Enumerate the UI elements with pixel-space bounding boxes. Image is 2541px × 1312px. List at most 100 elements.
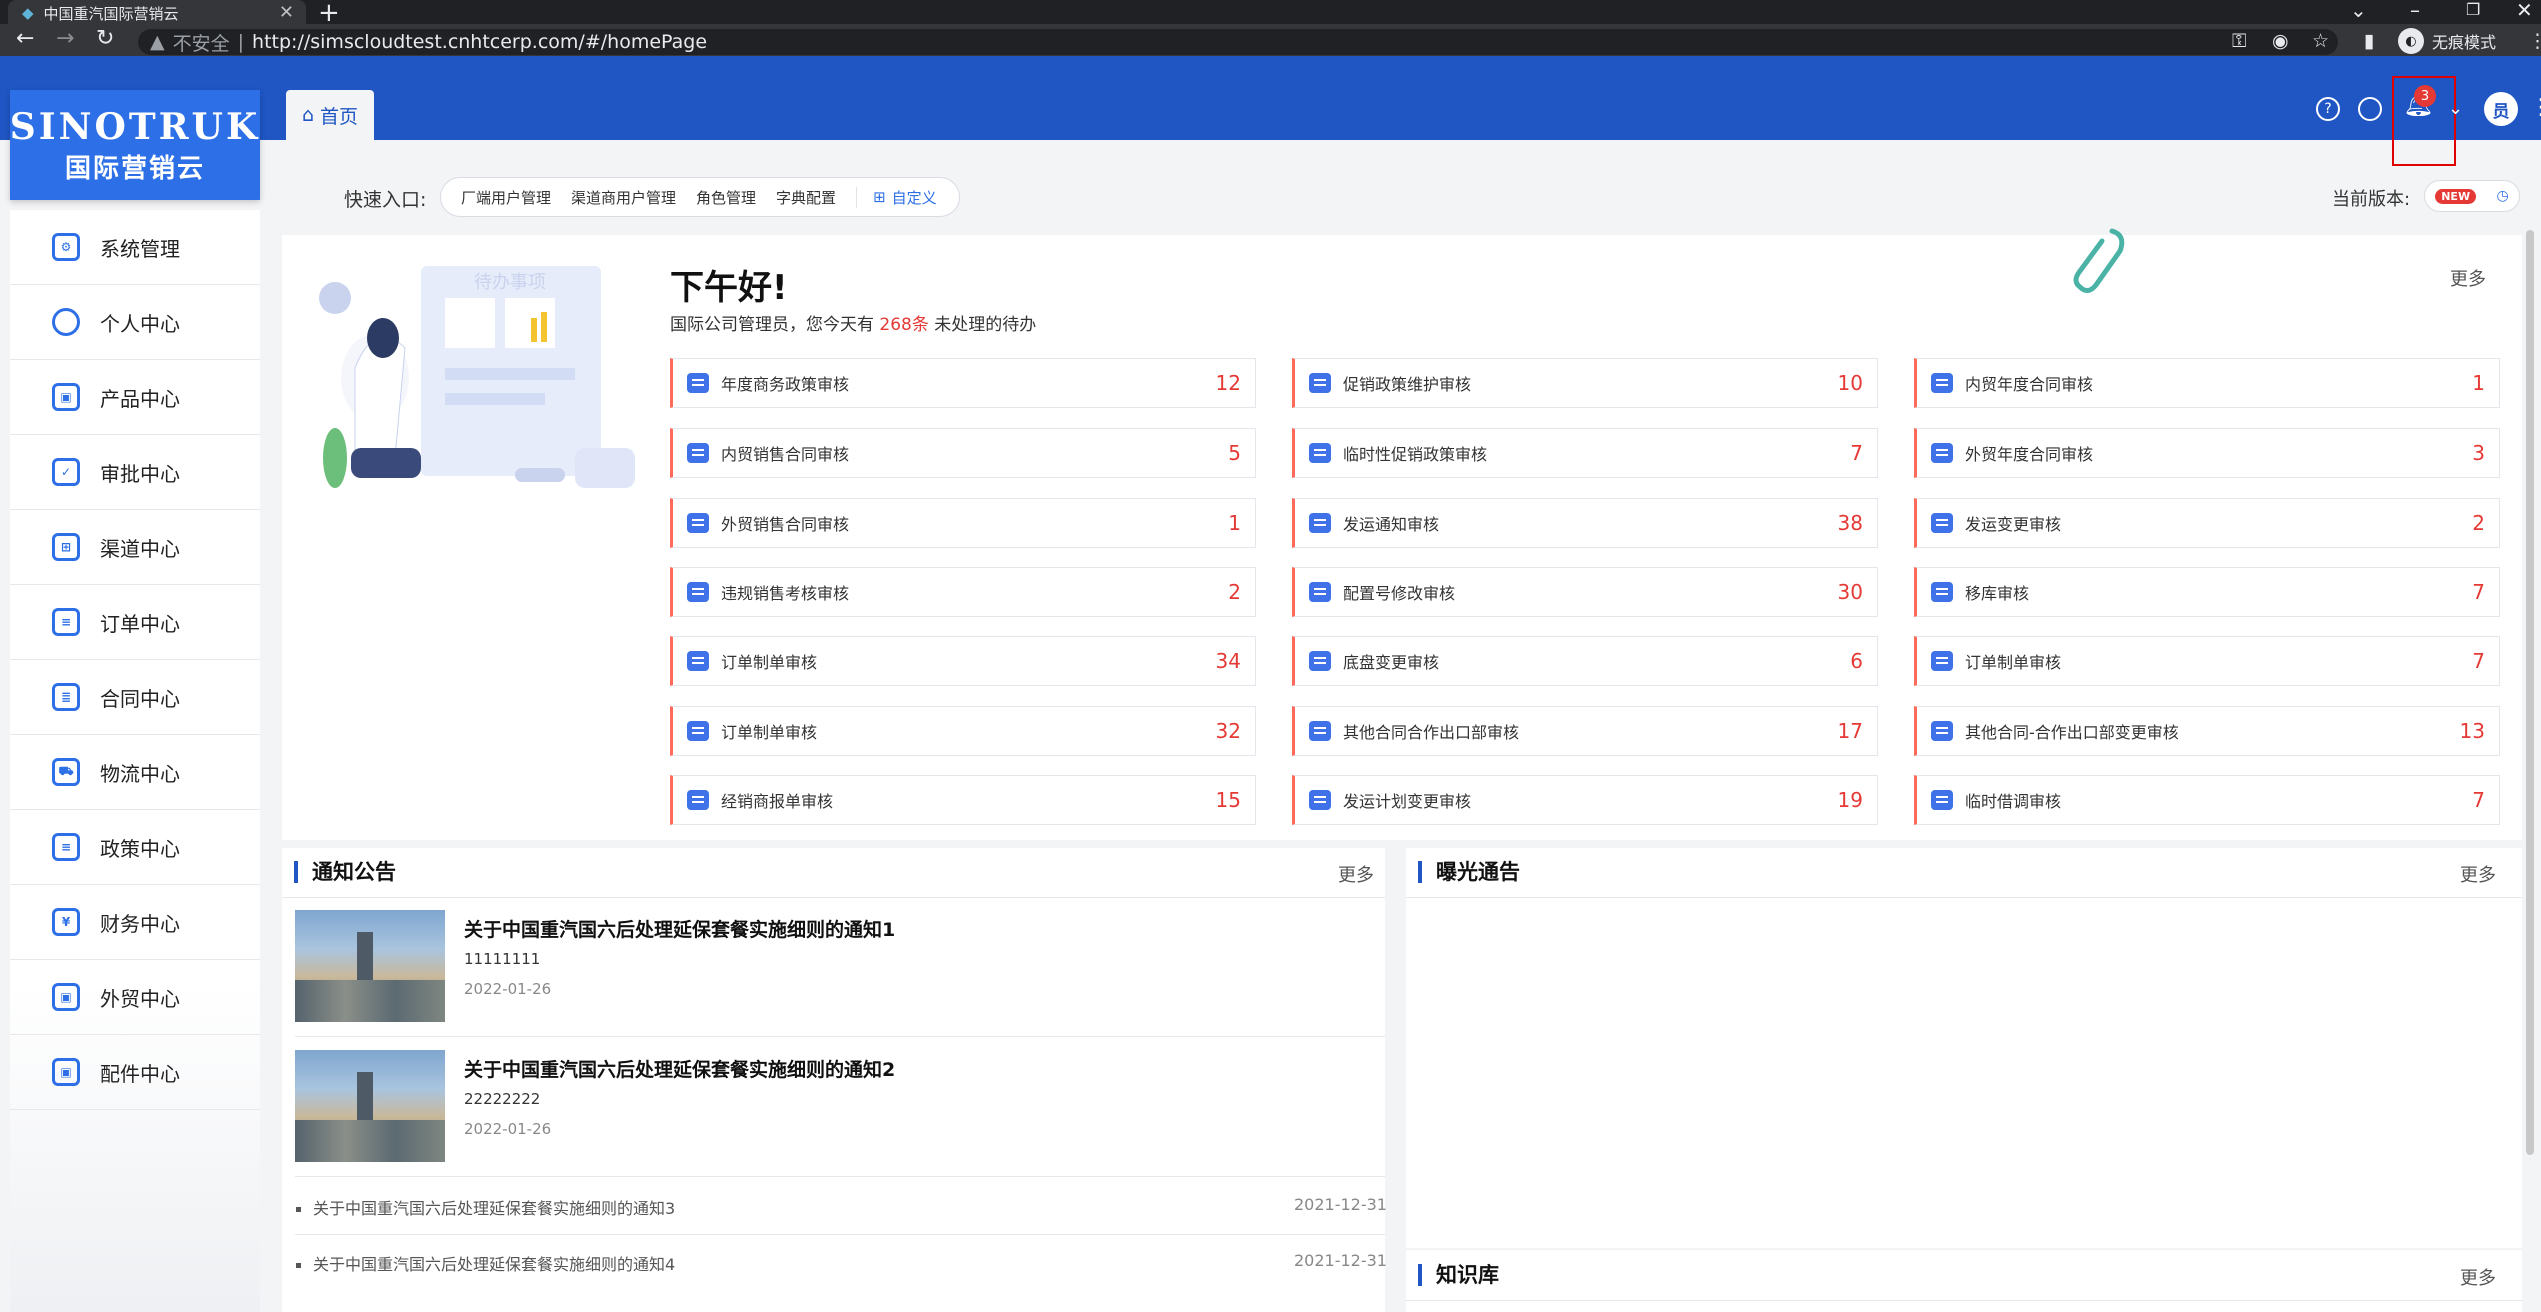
sidebar-item-label: 产品中心 (100, 386, 180, 411)
sidebar-item-system[interactable]: ⚙ 系统管理 (10, 210, 260, 285)
sidebar-item-logistics[interactable]: ⛟ 物流中心 (10, 735, 260, 810)
sidebar-item-foreign-trade[interactable]: ▣ 外贸中心 (10, 960, 260, 1035)
todo-item[interactable]: 临时借调审核 7 (1914, 775, 2500, 825)
todo-item[interactable]: 其他合同合作出口部审核 17 (1292, 706, 1878, 756)
back-icon[interactable]: ← (16, 26, 34, 51)
quick-entry-bar: 厂端用户管理 渠道商用户管理 角色管理 字典配置 ⊞ 自定义 (440, 177, 960, 217)
quick-link[interactable]: 角色管理 (696, 187, 756, 208)
browser-tab[interactable]: ◆ 中国重汽国际营销云 ✕ (8, 0, 306, 26)
version-selector[interactable]: NEW ◷ (2424, 180, 2520, 212)
knowledge-more-link[interactable]: 更多 (2460, 1264, 2496, 1290)
quick-link[interactable]: 厂端用户管理 (461, 187, 551, 208)
sidebar-item-order[interactable]: ≡ 订单中心 (10, 585, 260, 660)
favicon-icon: ◆ (22, 4, 34, 22)
illustration-label: 待办事项 (474, 272, 546, 293)
todo-item[interactable]: 订单制单审核 7 (1914, 636, 2500, 686)
todo-item[interactable]: 发运变更审核 2 (1914, 498, 2500, 548)
news-title[interactable]: 关于中国重汽国六后处理延保套餐实施细则的通知1 (464, 915, 895, 942)
sidebar-item-label: 渠道中心 (100, 536, 180, 561)
todo-item[interactable]: 内贸年度合同审核 1 (1914, 358, 2500, 408)
avatar[interactable]: 员 (2484, 92, 2518, 126)
todo-item[interactable]: 临时性促销政策审核 7 (1292, 428, 1878, 478)
search-icon[interactable] (2358, 97, 2382, 121)
eye-off-icon[interactable]: ◉ (2272, 30, 2289, 52)
news-title[interactable]: 关于中国重汽国六后处理延保套餐实施细则的通知2 (464, 1055, 895, 1082)
gear-icon: ⚙ (52, 233, 80, 261)
sidepanel-icon[interactable]: ▮ (2364, 30, 2374, 52)
todo-item[interactable]: 外贸年度合同审核 3 (1914, 428, 2500, 478)
todo-item[interactable]: 底盘变更审核 6 (1292, 636, 1878, 686)
chevron-down-icon[interactable]: ⌄ (2448, 98, 2463, 119)
todo-item[interactable]: 年度商务政策审核 12 (670, 358, 1256, 408)
todo-item[interactable]: 经销商报单审核 15 (670, 775, 1256, 825)
sidebar-item-personal[interactable]: 个人中心 (10, 285, 260, 360)
sidebar-item-policy[interactable]: ≡ 政策中心 (10, 810, 260, 885)
todo-item-count: 7 (2472, 580, 2485, 604)
news-list-item[interactable]: 关于中国重汽国六后处理延保套餐实施细则的通知3 (296, 1195, 675, 1219)
sidebar-item-channel[interactable]: ⊞ 渠道中心 (10, 510, 260, 585)
todo-item[interactable]: 订单制单审核 34 (670, 636, 1256, 686)
close-window-icon[interactable]: ✕ (2516, 0, 2533, 22)
todo-count: 268条 (879, 315, 929, 335)
browser-menu-icon[interactable]: ⋮ (2528, 30, 2541, 52)
new-badge: NEW (2435, 188, 2477, 204)
cubes-icon: ▣ (52, 983, 80, 1011)
todo-more-link[interactable]: 更多 (2450, 265, 2486, 291)
todo-item[interactable]: 移库审核 7 (1914, 567, 2500, 617)
todo-item[interactable]: 内贸销售合同审核 5 (670, 428, 1256, 478)
todo-item-count: 3 (2472, 441, 2485, 465)
todo-item-label: 外贸销售合同审核 (721, 515, 850, 534)
forward-icon[interactable]: → (56, 26, 74, 51)
todo-doc-icon (1309, 721, 1331, 741)
sidebar-item-contract[interactable]: ≣ 合同中心 (10, 660, 260, 735)
todo-doc-icon (1931, 790, 1953, 810)
address-bar[interactable]: ▲ 不安全 | http://simscloudtest.cnhtcerp.co… (138, 29, 2338, 55)
incognito-profile[interactable]: ◐ 无痕模式 (2398, 28, 2496, 54)
sidebar-item-product[interactable]: ▣ 产品中心 (10, 360, 260, 435)
todo-doc-icon (687, 373, 709, 393)
todo-item-label: 发运计划变更审核 (1343, 792, 1472, 811)
quick-link[interactable]: 字典配置 (776, 187, 836, 208)
todo-item[interactable]: 配置号修改审核 30 (1292, 567, 1878, 617)
scrollbar[interactable] (2526, 230, 2534, 1155)
todo-item[interactable]: 订单制单审核 32 (670, 706, 1256, 756)
todo-item-label: 临时性促销政策审核 (1343, 445, 1488, 464)
news-list-item[interactable]: 关于中国重汽国六后处理延保套餐实施细则的通知4 (296, 1251, 675, 1275)
todo-item-label: 促销政策维护审核 (1343, 375, 1472, 394)
todo-item-label: 订单制单审核 (1965, 653, 2062, 672)
restore-icon[interactable]: ❐ (2466, 0, 2480, 19)
customize-button[interactable]: ⊞ 自定义 (856, 186, 937, 208)
todo-item[interactable]: 发运计划变更审核 19 (1292, 775, 1878, 825)
todo-item[interactable]: 发运通知审核 38 (1292, 498, 1878, 548)
todo-item[interactable]: 促销政策维护审核 10 (1292, 358, 1878, 408)
news-list-date: 2021-12-31 (1294, 1251, 1387, 1270)
sidebar-item-label: 个人中心 (100, 311, 180, 336)
news-thumbnail[interactable] (295, 910, 445, 1022)
sidebar-item-finance[interactable]: ¥ 财务中心 (10, 885, 260, 960)
logo: SINOTRUK 国际营销云 (10, 90, 260, 200)
notice-more-link[interactable]: 更多 (1338, 861, 1374, 887)
quick-link[interactable]: 渠道商用户管理 (571, 187, 676, 208)
exposure-more-link[interactable]: 更多 (2460, 861, 2496, 887)
minimize-icon[interactable]: – (2410, 0, 2420, 22)
sidebar-item-parts[interactable]: ▣ 配件中心 (10, 1035, 260, 1110)
todo-item-label: 底盘变更审核 (1343, 653, 1440, 672)
news-thumbnail[interactable] (295, 1050, 445, 1162)
tab-search-icon[interactable]: ⌄ (2350, 0, 2367, 22)
knowledge-title: 知识库 (1418, 1264, 1499, 1286)
more-icon[interactable]: ⋮ (2530, 95, 2541, 120)
close-tab-icon[interactable]: ✕ (279, 2, 294, 23)
divider (295, 1234, 1385, 1235)
star-icon[interactable]: ☆ (2312, 30, 2329, 52)
key-icon[interactable]: ⚿ (2232, 30, 2246, 52)
todo-item[interactable]: 其他合同-合作出口部变更审核 13 (1914, 706, 2500, 756)
security-label: 不安全 (172, 32, 230, 55)
reload-icon[interactable]: ↻ (96, 26, 114, 51)
tab-home[interactable]: ⌂ 首页 (286, 90, 374, 140)
todo-item[interactable]: 违规销售考核审核 2 (670, 567, 1256, 617)
todo-item[interactable]: 外贸销售合同审核 1 (670, 498, 1256, 548)
help-icon[interactable]: ? (2316, 97, 2340, 121)
sidebar-item-approval[interactable]: ✓ 审批中心 (10, 435, 260, 510)
todo-doc-icon (1931, 651, 1953, 671)
news-summary: 22222222 (464, 1090, 541, 1108)
